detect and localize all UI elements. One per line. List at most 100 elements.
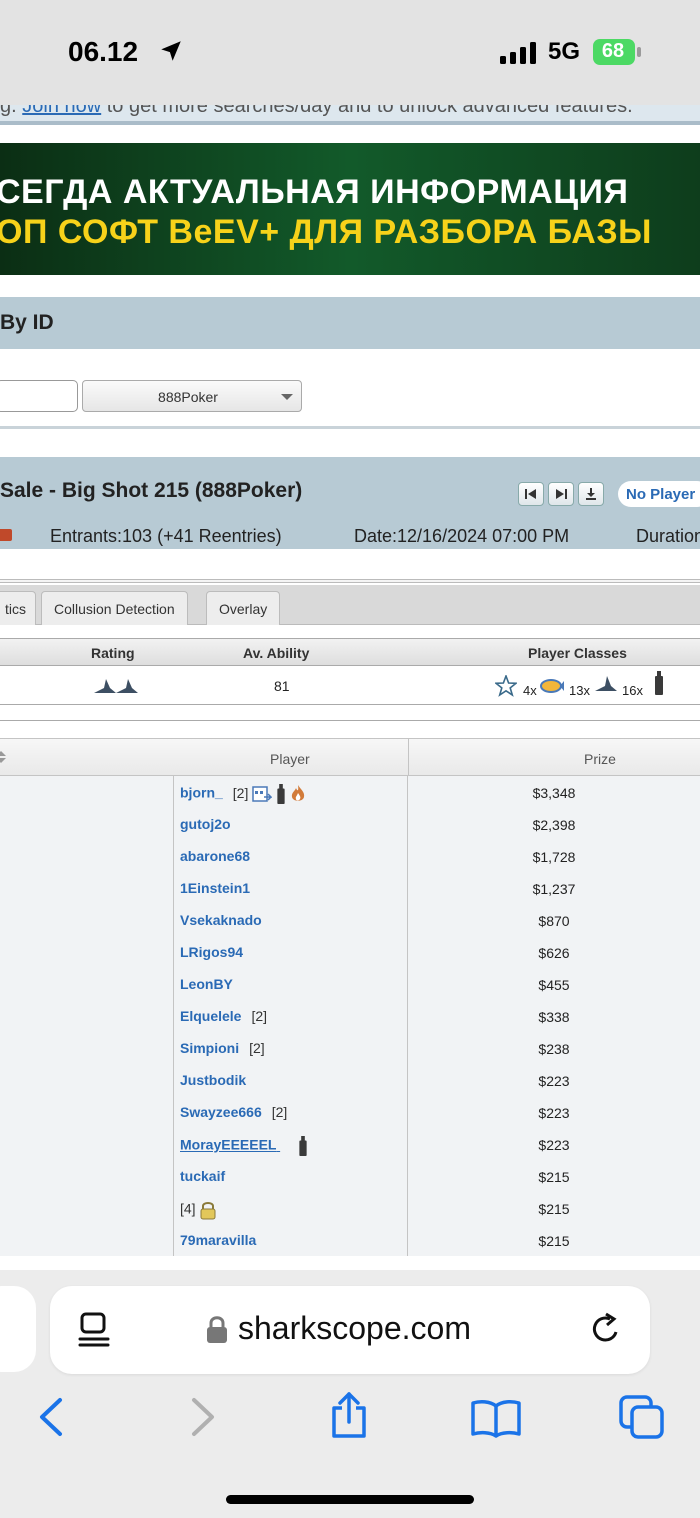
table-row[interactable]: Simpioni [2] $238 (0, 1032, 700, 1064)
calendar-icon (252, 786, 273, 802)
player-name-link[interactable]: Elquelele [2] (180, 1008, 267, 1024)
bottle-icon (655, 671, 663, 695)
promo-banner[interactable]: СЕГДА АКТУАЛЬНАЯ ИНФОРМАЦИЯ ОП СОФТ BeEV… (0, 143, 700, 275)
bookmarks-icon[interactable] (470, 1398, 522, 1438)
reload-icon[interactable] (590, 1312, 624, 1348)
player-name-link[interactable]: tuckaif (180, 1168, 225, 1184)
prize-value: $215 (538, 1169, 570, 1185)
lock-icon (207, 1316, 227, 1343)
prize-value: $1,728 (532, 849, 576, 865)
shark-icon (595, 676, 617, 691)
banner-line-1: СЕГДА АКТУАЛЬНАЯ ИНФОРМАЦИЯ (0, 173, 629, 211)
divider (0, 579, 700, 583)
network-select[interactable]: 888Poker (82, 380, 302, 412)
table-row[interactable]: 79maravilla $215 (0, 1224, 700, 1256)
reader-mode-icon[interactable] (78, 1312, 112, 1348)
table-row[interactable]: LRigos94 $626 (0, 936, 700, 968)
star-icon (495, 675, 517, 697)
table-row[interactable]: Elquelele [2] $338 (0, 1000, 700, 1032)
player-name-link[interactable]: Swayzee666 [2] (180, 1104, 287, 1120)
back-icon[interactable] (36, 1396, 66, 1438)
entries-count: [2] (271, 1104, 288, 1120)
fish-icon (540, 679, 564, 693)
prize-value: $215 (538, 1201, 570, 1217)
prize-value: $3,348 (532, 785, 576, 801)
divider (0, 720, 700, 722)
search-by-id-title: By ID (0, 311, 54, 334)
date-text: Date:12/16/2024 07:00 PM (354, 526, 570, 546)
player-name-link[interactable]: Vsekaknado (180, 912, 262, 928)
table-row[interactable]: Justbodik $223 (0, 1064, 700, 1096)
table-row[interactable]: Vsekaknado $870 (0, 904, 700, 936)
home-indicator (226, 1495, 474, 1504)
cellular-signal-icon (500, 42, 536, 64)
table-row[interactable]: Swayzee666 [2] $223 (0, 1096, 700, 1128)
tournament-spacer (0, 549, 700, 579)
notice-border (0, 121, 700, 125)
table-row[interactable]: gutoj2o $2,398 (0, 808, 700, 840)
average-ability-value: 81 (274, 678, 290, 694)
tab-collusion-detection[interactable]: Collusion Detection (41, 591, 188, 625)
previous-tab-pill[interactable] (0, 1286, 36, 1372)
share-icon[interactable] (328, 1392, 370, 1440)
table-row[interactable]: bjorn_ [2] $3,348 (0, 776, 700, 808)
forward-icon[interactable] (188, 1396, 218, 1438)
no-player-button[interactable]: No Player (618, 481, 700, 507)
tabs-icon[interactable] (618, 1394, 666, 1440)
player-name-link[interactable]: LRigos94 (180, 944, 243, 960)
ability-header: Av. Ability (243, 645, 310, 661)
tab-overlay[interactable]: Overlay (206, 591, 281, 625)
player-name-link[interactable]: abarone68 (180, 848, 250, 864)
player-column-header[interactable]: Player (270, 751, 310, 767)
entries-count: [2] (249, 1040, 265, 1056)
table-row[interactable]: MorayEEEEEL $223 (0, 1128, 700, 1160)
player-name-link[interactable]: LeonBY (180, 976, 233, 992)
first-button[interactable] (518, 482, 544, 506)
notice-prefix: g. (0, 105, 17, 117)
rating-shark-icon (94, 679, 138, 693)
skip-first-icon (525, 489, 536, 499)
prize-value: $223 (538, 1137, 570, 1153)
prize-value: $2,398 (532, 817, 576, 833)
banner-line-2: ОП СОФТ BeEV+ ДЛЯ РАЗБОРА БАЗЫ (0, 213, 652, 251)
player-name-link[interactable]: Justbodik (180, 1072, 246, 1088)
player-name-link[interactable]: 1Einstein1 (180, 880, 250, 896)
location-arrow-icon (161, 41, 181, 61)
duration-text: Duration (636, 526, 700, 546)
tab-statistics[interactable]: tics (0, 591, 36, 625)
results-table: bjorn_ [2] $3,348 gutoj2o $2,398 abarone6… (0, 776, 700, 1270)
sort-icon[interactable] (0, 751, 6, 763)
notice-text: to get more searches/day and to unlock a… (106, 105, 633, 117)
hidden-player: [4] (180, 1200, 217, 1220)
prize-value: $1,237 (532, 881, 576, 897)
player-name-link[interactable]: gutoj2o (180, 816, 231, 832)
prize-value: $223 (538, 1105, 570, 1121)
download-button[interactable] (578, 482, 604, 506)
tournament-id-input[interactable] (0, 380, 78, 412)
network-select-value: 888Poker (158, 389, 218, 405)
url-text: sharkscope.com (238, 1310, 471, 1346)
status-time: 06.12 (68, 36, 139, 67)
player-name-link[interactable]: 79maravilla (180, 1232, 256, 1248)
prize-column-header[interactable]: Prize (584, 751, 616, 767)
prize-value: $626 (538, 945, 570, 961)
entries-count: [2] (251, 1008, 268, 1024)
download-icon (586, 488, 596, 500)
player-name-link[interactable]: bjorn_ [2] (180, 784, 306, 804)
player-name-link[interactable]: MorayEEEEEL (180, 1136, 308, 1156)
star-count: 4x (523, 683, 537, 698)
table-row[interactable]: LeonBY $455 (0, 968, 700, 1000)
next-button[interactable] (548, 482, 574, 506)
table-row[interactable]: 1Einstein1 $1,237 (0, 872, 700, 904)
player-classes-header: Player Classes (528, 645, 627, 661)
tournament-title: Sale - Big Shot 215 (888Poker) (0, 479, 303, 502)
page: { "status_bar": { "time": "06.12", "netw… (0, 0, 700, 1518)
entrants-text: Entrants:103 (+41 Reentries) (50, 526, 282, 546)
join-now-link[interactable]: Join now (22, 105, 101, 117)
lock-icon (200, 1202, 216, 1220)
player-name-link[interactable]: Simpioni [2] (180, 1040, 265, 1056)
table-row[interactable]: [4] $215 (0, 1192, 700, 1224)
entries-count: [4] (180, 1200, 196, 1217)
table-row[interactable]: tuckaif $215 (0, 1160, 700, 1192)
table-row[interactable]: abarone68 $1,728 (0, 840, 700, 872)
